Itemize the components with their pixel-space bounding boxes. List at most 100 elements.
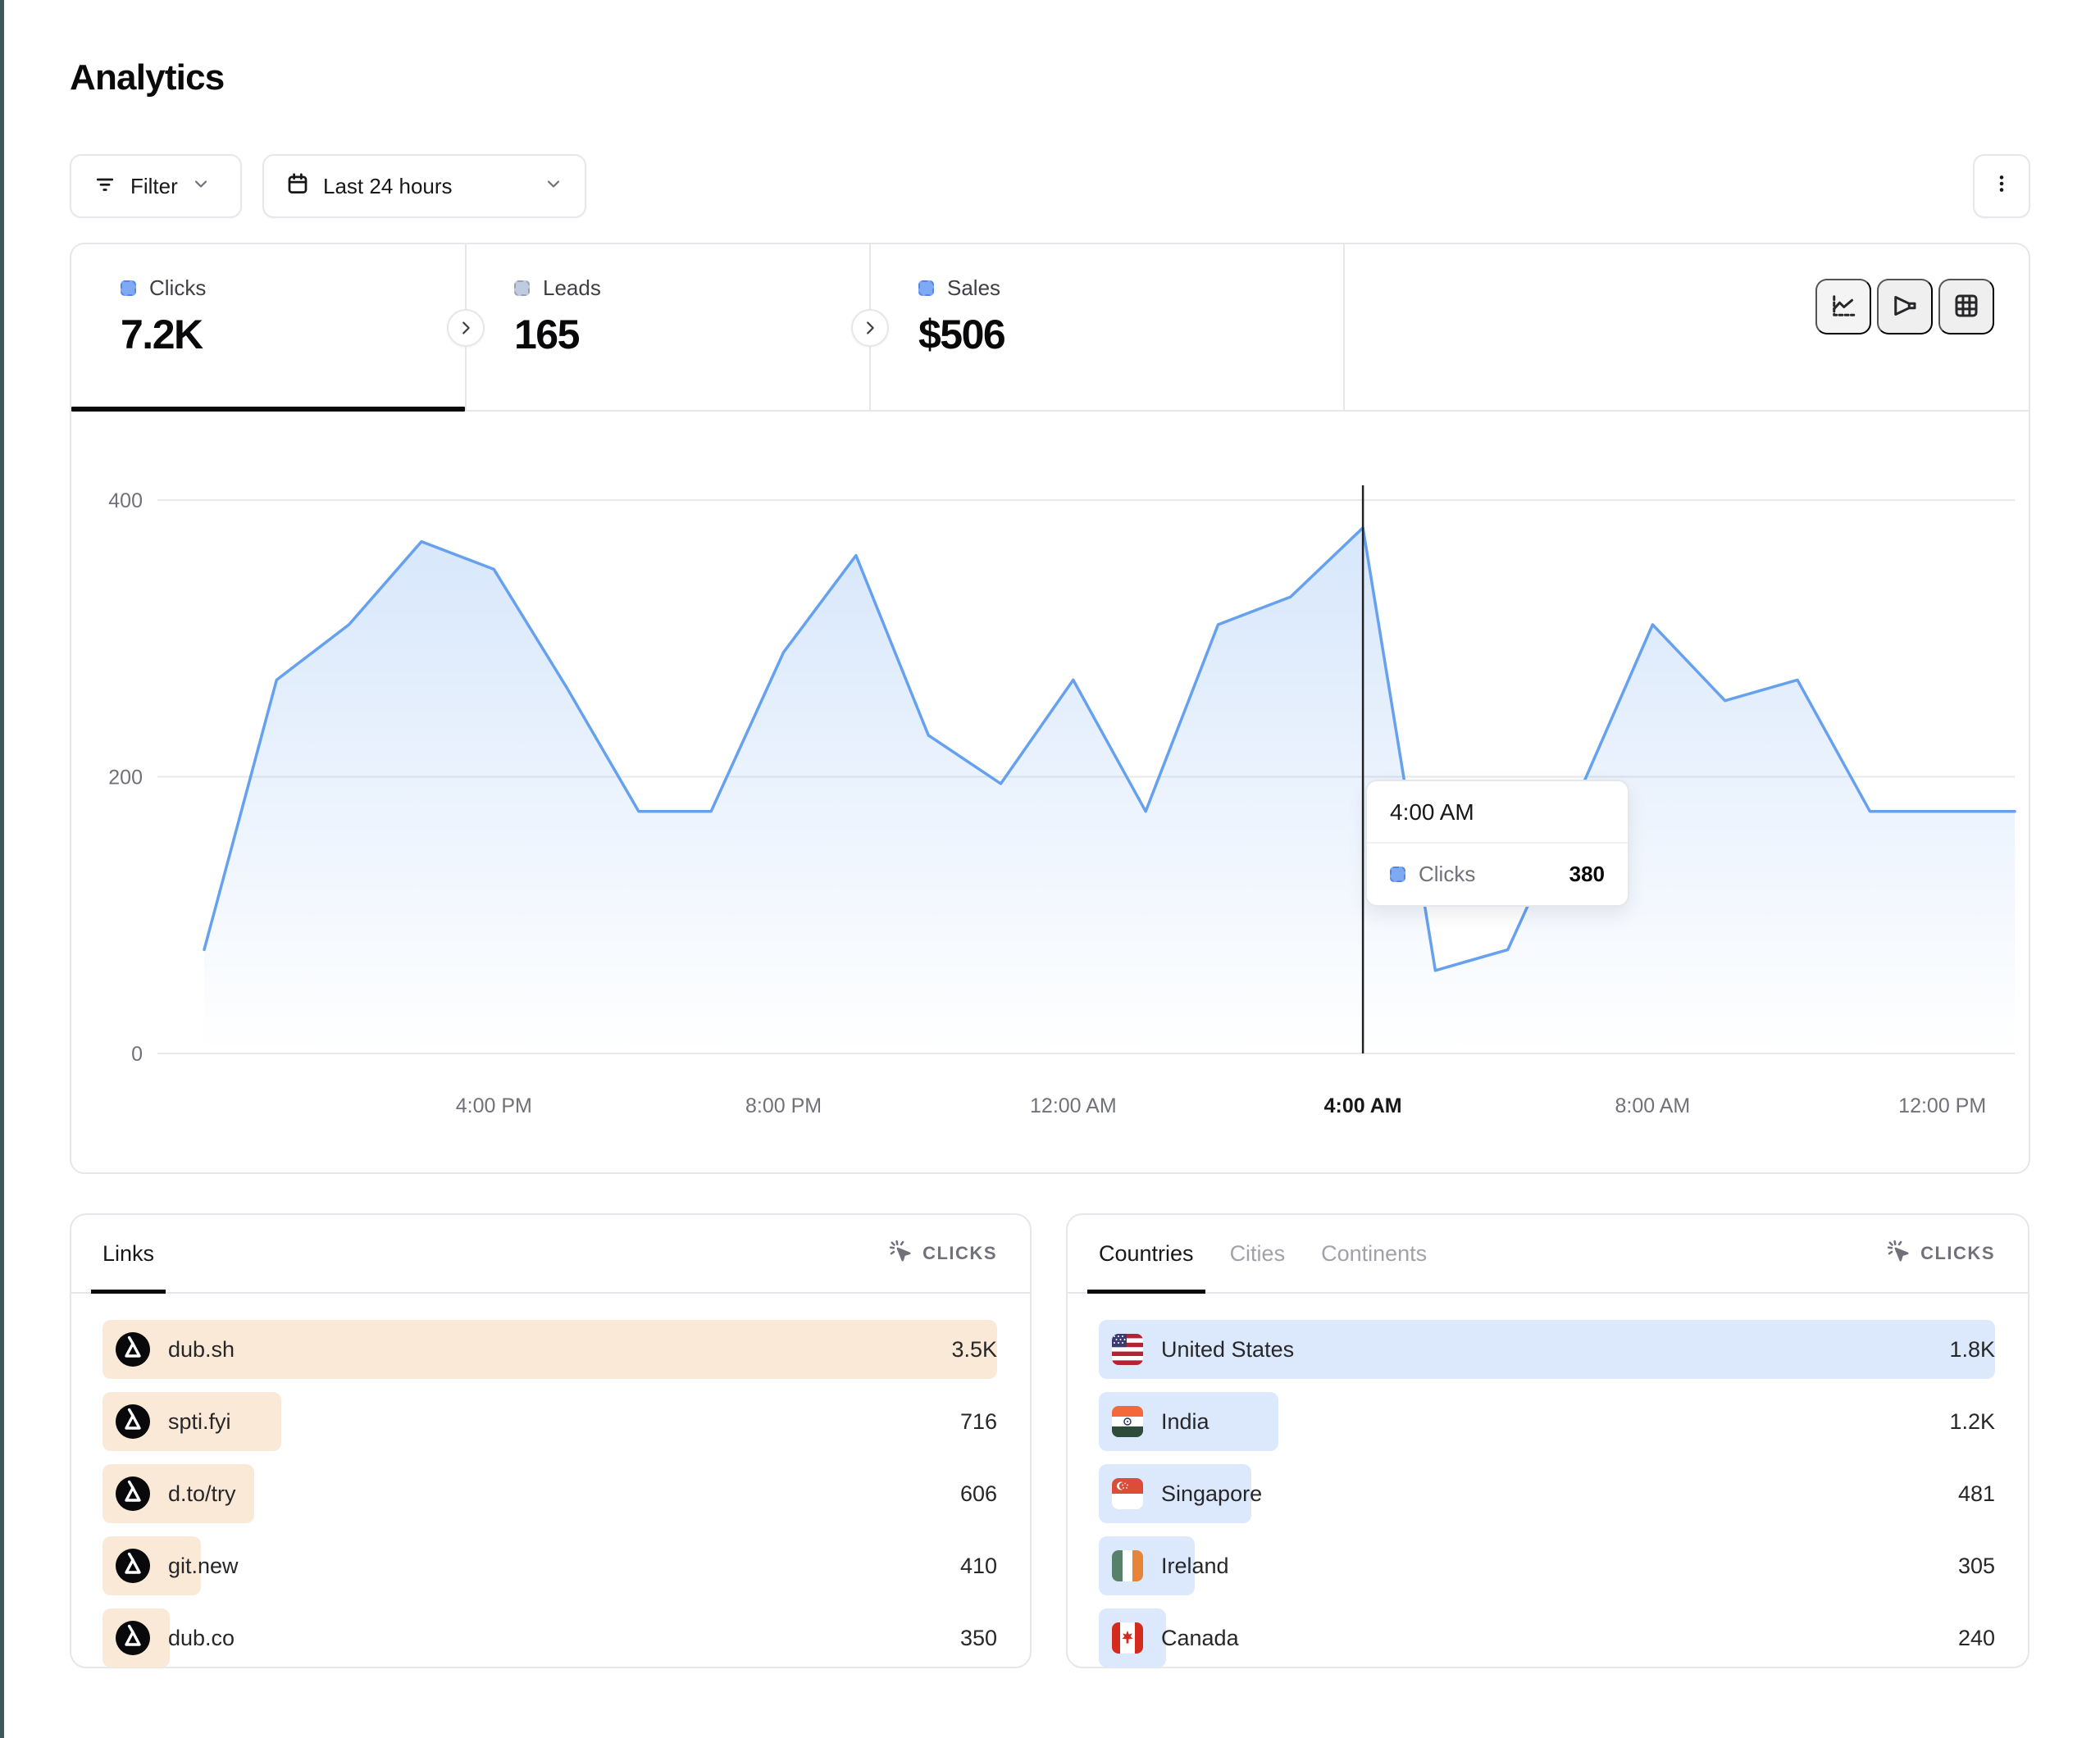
link-clicks-value: 716 bbox=[960, 1392, 997, 1451]
leads-tab-value: 165 bbox=[514, 311, 869, 358]
tab-countries[interactable]: Countries bbox=[1099, 1215, 1194, 1292]
country-row[interactable]: Canada 240 bbox=[1099, 1608, 1995, 1667]
svg-text:12:00 PM: 12:00 PM bbox=[1898, 1094, 1986, 1117]
link-clicks-value: 410 bbox=[960, 1536, 997, 1595]
link-row[interactable]: dub.sh 3.5K bbox=[102, 1320, 997, 1379]
grid-table-icon bbox=[1952, 291, 1981, 323]
clicks-tab-label: Clicks bbox=[149, 275, 206, 301]
area-chart-canvas: 02004004:00 PM8:00 PM12:00 AM4:00 AM8:00… bbox=[71, 412, 2032, 1176]
canada-flag-icon bbox=[1112, 1622, 1143, 1654]
singapore-flag-icon bbox=[1112, 1478, 1143, 1509]
leads-legend-square-icon bbox=[514, 280, 530, 296]
filter-button[interactable]: Filter bbox=[70, 154, 242, 218]
country-clicks-value: 481 bbox=[1958, 1464, 1995, 1523]
us-flag-icon bbox=[1112, 1334, 1143, 1365]
dub-logo-icon bbox=[116, 1404, 150, 1439]
clicks-timeseries-chart[interactable]: 02004004:00 PM8:00 PM12:00 AM4:00 AM8:00… bbox=[71, 412, 2032, 1176]
countries-panel-header: Countries Cities Continents CLICKS bbox=[1068, 1215, 2028, 1294]
dub-logo-icon bbox=[116, 1549, 150, 1583]
line-chart-icon bbox=[1829, 291, 1858, 323]
more-options-button[interactable] bbox=[1973, 154, 2030, 218]
country-label: United States bbox=[1161, 1337, 1294, 1363]
country-row[interactable]: United States 1.8K bbox=[1099, 1320, 1995, 1379]
india-flag-icon bbox=[1112, 1406, 1143, 1437]
svg-text:200: 200 bbox=[108, 767, 143, 789]
next-metric-button[interactable] bbox=[851, 309, 889, 347]
date-range-button[interactable]: Last 24 hours bbox=[262, 154, 586, 218]
sales-tab-value: $506 bbox=[918, 311, 1343, 358]
link-label: spti.fyi bbox=[168, 1409, 231, 1435]
links-metric-label: CLICKS bbox=[922, 1243, 997, 1264]
link-row[interactable]: dub.co 350 bbox=[102, 1608, 997, 1667]
svg-text:0: 0 bbox=[131, 1043, 143, 1066]
country-clicks-value: 240 bbox=[1958, 1608, 1995, 1667]
tab-sales[interactable]: Sales $506 bbox=[869, 244, 1345, 412]
cursor-click-icon bbox=[1886, 1239, 1911, 1268]
clicks-legend-square-icon bbox=[121, 280, 136, 296]
country-clicks-value: 1.8K bbox=[1949, 1320, 1995, 1379]
stats-tabs-row: Clicks 7.2K Leads 165 Sales $506 bbox=[71, 244, 2029, 412]
analytics-page: Analytics Filter Last 24 hours bbox=[0, 0, 2100, 1738]
tab-leads[interactable]: Leads 165 bbox=[465, 244, 869, 412]
country-label: Ireland bbox=[1161, 1554, 1229, 1579]
countries-metric-selector[interactable]: CLICKS bbox=[1886, 1239, 1995, 1268]
funnel-view-button[interactable] bbox=[1877, 279, 1933, 334]
clicks-tab-value: 7.2K bbox=[121, 311, 465, 358]
links-metric-selector[interactable]: CLICKS bbox=[888, 1239, 997, 1268]
line-chart-view-button[interactable] bbox=[1815, 279, 1871, 334]
cursor-click-icon bbox=[888, 1239, 913, 1268]
tooltip-series-label: Clicks bbox=[1419, 862, 1475, 887]
link-bar bbox=[102, 1320, 997, 1379]
tab-links[interactable]: Links bbox=[102, 1215, 154, 1292]
window-edge bbox=[0, 0, 4, 1738]
table-view-button[interactable] bbox=[1938, 279, 1994, 334]
chart-tooltip: 4:00 AM Clicks 380 bbox=[1365, 780, 1629, 907]
dub-logo-icon bbox=[116, 1332, 150, 1367]
links-panel-header: Links CLICKS bbox=[71, 1215, 1030, 1294]
filter-icon bbox=[93, 171, 117, 202]
dub-logo-icon bbox=[116, 1476, 150, 1511]
tab-continents[interactable]: Continents bbox=[1321, 1215, 1427, 1292]
sales-tab-label: Sales bbox=[947, 275, 1000, 301]
countries-panel: Countries Cities Continents CLICKS bbox=[1066, 1213, 2029, 1668]
svg-text:8:00 AM: 8:00 AM bbox=[1615, 1094, 1691, 1117]
svg-text:400: 400 bbox=[108, 489, 143, 512]
dub-logo-icon bbox=[116, 1621, 150, 1655]
tooltip-legend-square-icon bbox=[1390, 867, 1405, 882]
link-label: git.new bbox=[168, 1554, 239, 1579]
kebab-menu-icon bbox=[1991, 173, 2012, 200]
country-clicks-value: 305 bbox=[1958, 1536, 1995, 1595]
country-label: India bbox=[1161, 1409, 1209, 1435]
chevron-down-icon bbox=[191, 174, 211, 199]
ireland-flag-icon bbox=[1112, 1550, 1143, 1581]
country-row[interactable]: Ireland 305 bbox=[1099, 1536, 1995, 1595]
link-clicks-value: 606 bbox=[960, 1464, 997, 1523]
countries-rows: United States 1.8K India 1.2K bbox=[1099, 1320, 1995, 1681]
countries-metric-label: CLICKS bbox=[1920, 1243, 1995, 1264]
link-label: dub.sh bbox=[168, 1337, 235, 1363]
link-row[interactable]: d.to/try 606 bbox=[102, 1464, 997, 1523]
links-panel: Links CLICKS dub.sh 3.5K bbox=[70, 1213, 1032, 1668]
country-row[interactable]: India 1.2K bbox=[1099, 1392, 1995, 1451]
tab-cities[interactable]: Cities bbox=[1230, 1215, 1286, 1292]
next-metric-button[interactable] bbox=[447, 309, 485, 347]
svg-text:8:00 PM: 8:00 PM bbox=[745, 1094, 822, 1117]
link-row[interactable]: spti.fyi 716 bbox=[102, 1392, 997, 1451]
tooltip-time: 4:00 AM bbox=[1367, 781, 1628, 844]
svg-text:4:00 PM: 4:00 PM bbox=[456, 1094, 532, 1117]
country-label: Singapore bbox=[1161, 1481, 1262, 1507]
tab-clicks[interactable]: Clicks 7.2K bbox=[71, 244, 465, 412]
country-row[interactable]: Singapore 481 bbox=[1099, 1464, 1995, 1523]
tooltip-value: 380 bbox=[1569, 862, 1605, 887]
funnel-icon bbox=[1890, 291, 1920, 323]
filter-button-label: Filter bbox=[130, 174, 178, 199]
chevron-down-icon bbox=[544, 174, 563, 199]
link-clicks-value: 3.5K bbox=[951, 1320, 997, 1379]
analytics-card: Clicks 7.2K Leads 165 Sales $506 bbox=[70, 243, 2030, 1174]
calendar-icon bbox=[285, 171, 310, 202]
link-row[interactable]: git.new 410 bbox=[102, 1536, 997, 1595]
link-clicks-value: 350 bbox=[960, 1608, 997, 1667]
page-title: Analytics bbox=[70, 57, 224, 98]
active-tab-underline bbox=[71, 407, 465, 412]
svg-text:4:00 AM: 4:00 AM bbox=[1324, 1094, 1402, 1117]
